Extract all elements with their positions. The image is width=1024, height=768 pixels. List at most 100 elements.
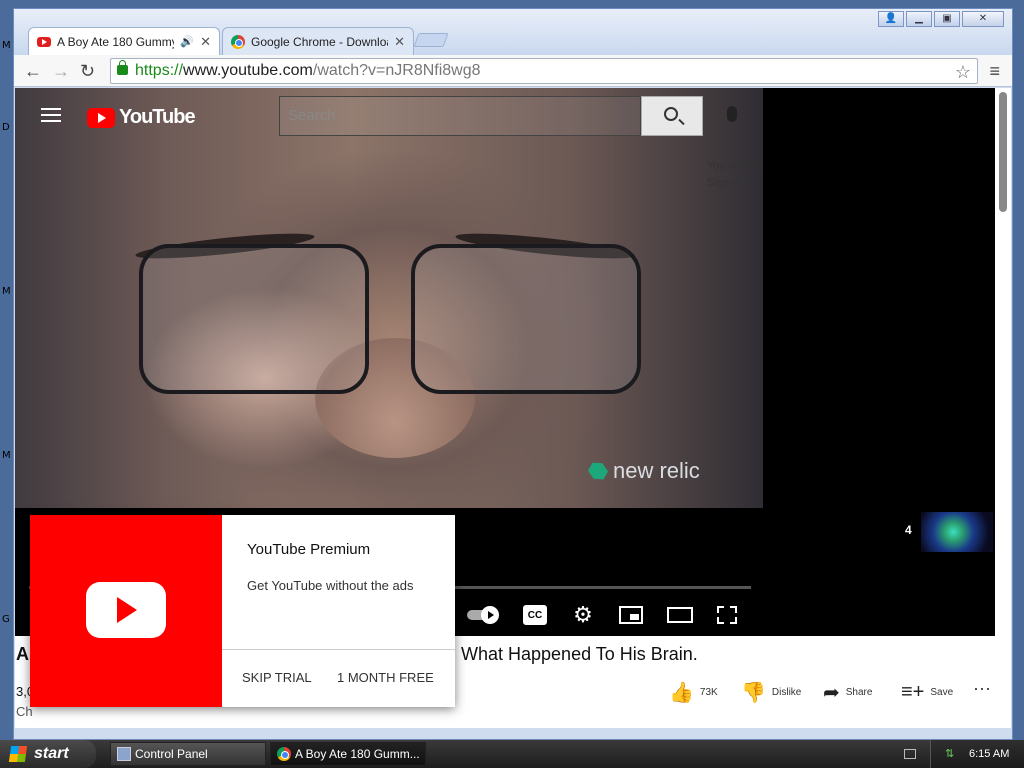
youtube-logo[interactable]: YouTube [87, 106, 196, 129]
close-window-button[interactable]: ✕ [962, 11, 1004, 27]
minimize-button[interactable]: ▁ [906, 11, 932, 27]
fullscreen-corner [730, 617, 737, 624]
hamburger-menu-icon[interactable] [41, 108, 61, 122]
tab-youtube[interactable]: A Boy Ate 180 Gummy Me 🔊 ✕ [28, 27, 220, 55]
skip-trial-button[interactable]: SKIP TRIAL [242, 670, 312, 685]
desktop-icon-label: M [2, 40, 11, 51]
taskbar-item-control-panel[interactable]: Control Panel [110, 742, 266, 766]
clock[interactable]: 6:15 AM [969, 740, 1009, 768]
sign-in-hint-line: You're signe [707, 160, 763, 172]
theater-mode-icon[interactable] [667, 607, 693, 623]
user-icon[interactable]: 👤 [878, 11, 904, 27]
url-domain: www.youtube.com [183, 62, 313, 79]
close-tab-icon[interactable]: ✕ [394, 34, 405, 50]
save-label: Save [930, 686, 954, 698]
window-controls: 👤 ▁ ▣ ✕ [878, 11, 1004, 27]
autoplay-toggle[interactable] [467, 604, 501, 626]
scrollbar-thumb[interactable] [999, 92, 1007, 212]
sign-in-hint-line: Sign in to [707, 177, 753, 189]
share-label: Share [845, 686, 873, 698]
promo-divider [222, 649, 455, 650]
like-button[interactable]: 👍 73K [669, 680, 718, 704]
tab-chrome-download[interactable]: Google Chrome - Download tl ✕ [222, 27, 414, 55]
dislike-label: Dislike [771, 686, 802, 698]
maximize-button[interactable]: ▣ [934, 11, 960, 27]
bookmark-star-icon[interactable]: ☆ [955, 60, 971, 84]
youtube-header: YouTube Search [15, 88, 763, 144]
keyboard-icon[interactable] [904, 749, 916, 759]
start-button[interactable]: start [0, 740, 96, 768]
address-bar[interactable]: https://www.youtube.com/watch?v=nJR8Nfi8… [110, 58, 978, 84]
chrome-icon [277, 747, 291, 761]
search-button[interactable] [641, 96, 703, 136]
taskbar-item-label: A Boy Ate 180 Gumm... [295, 747, 420, 761]
browser-toolbar: ← → ↻ https://www.youtube.com/watch?v=nJ… [14, 55, 1012, 87]
video-glasses [411, 244, 641, 394]
video-frame[interactable]: new relic [15, 88, 763, 508]
share-button[interactable]: ➦ Share [823, 680, 872, 704]
url-path: /watch?v=nJR8Nfi8wg8 [312, 62, 481, 79]
speaker-icon: 🔊 [180, 36, 195, 48]
thumbs-down-icon: 👎 [741, 681, 766, 704]
share-icon: ➦ [823, 681, 840, 704]
save-icon: ≡+ [901, 680, 925, 703]
video-title-start: A [16, 644, 29, 664]
network-icon[interactable]: ⇅ [945, 740, 954, 768]
url-scheme: https:// [135, 62, 184, 79]
free-month-button[interactable]: 1 MONTH FREE [337, 670, 434, 685]
close-tab-icon[interactable]: ✕ [200, 34, 211, 50]
fullscreen-corner [717, 606, 724, 613]
back-arrow-icon[interactable]: ← [24, 61, 42, 82]
new-relic-logo-icon [586, 459, 611, 484]
dislike-button[interactable]: 👎 Dislike [741, 680, 801, 704]
up-next-index: 4 [905, 523, 912, 537]
promo-banner [30, 515, 222, 707]
desktop-icon-label: G [2, 614, 10, 625]
tab-label: Google Chrome - Download tl [251, 34, 388, 49]
up-next-thumbnail[interactable] [921, 512, 993, 552]
control-panel-icon [117, 747, 131, 761]
microphone-icon[interactable] [727, 106, 737, 122]
miniplayer-icon[interactable] [619, 606, 643, 624]
more-actions-button[interactable]: ··· [973, 678, 991, 699]
save-button[interactable]: ≡+ Save [901, 680, 953, 704]
play-icon [481, 606, 499, 624]
youtube-logo-icon [87, 107, 115, 128]
desktop-icon-label: M [2, 286, 11, 297]
thumbs-up-icon: 👍 [669, 681, 694, 704]
settings-gear-icon[interactable]: ⚙ [571, 604, 595, 626]
tab-label: A Boy Ate 180 Gummy Me [57, 34, 175, 49]
watermark-text: new relic [613, 458, 700, 483]
search-icon [664, 107, 678, 121]
fullscreen-corner [730, 606, 737, 613]
chrome-icon [231, 34, 245, 49]
desktop-icon-label: M [2, 450, 11, 461]
youtube-logo-text: YouTube [119, 106, 196, 128]
taskbar: start Control Panel A Boy Ate 180 Gumm..… [0, 740, 1024, 768]
taskbar-item-label: Control Panel [135, 747, 208, 761]
video-watermark: new relic [589, 458, 700, 484]
page-scrollbar[interactable] [995, 88, 1011, 728]
system-tray: ⇅ 6:15 AM [930, 740, 1024, 768]
browser-titlebar: A Boy Ate 180 Gummy Me 🔊 ✕ Google Chrome… [14, 9, 1012, 55]
windows-logo-icon [8, 746, 28, 762]
lock-icon [117, 60, 128, 75]
fullscreen-icon[interactable] [715, 604, 739, 626]
youtube-play-icon [86, 582, 166, 638]
search-input[interactable]: Search [279, 96, 641, 136]
desktop-icon-label: D [2, 122, 10, 133]
forward-arrow-icon[interactable]: → [52, 61, 70, 82]
captions-button[interactable]: CC [523, 605, 547, 625]
taskbar-item-chrome[interactable]: A Boy Ate 180 Gumm... [270, 742, 426, 766]
fullscreen-corner [717, 617, 724, 624]
sign-in-hint: You're signe Sign in to [707, 158, 763, 192]
video-glasses [139, 244, 369, 394]
start-label: start [34, 745, 69, 762]
like-count: 73K [699, 686, 718, 698]
promo-title: YouTube Premium [247, 541, 371, 558]
promo-subtitle: Get YouTube without the ads [247, 578, 414, 593]
menu-icon[interactable]: ≡ [989, 61, 1000, 82]
new-tab-button[interactable] [413, 33, 449, 47]
reload-icon[interactable]: ↻ [80, 61, 95, 82]
premium-promo-dialog: YouTube Premium Get YouTube without the … [30, 515, 455, 707]
